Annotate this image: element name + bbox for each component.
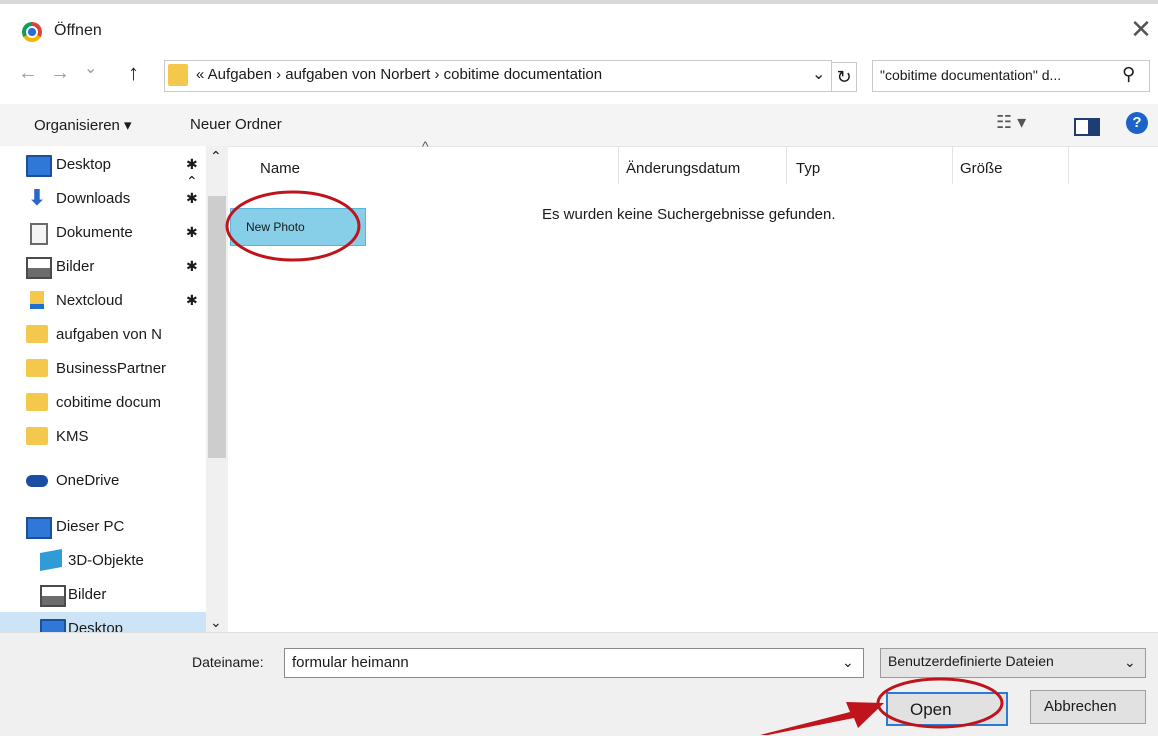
- column-divider[interactable]: [1068, 146, 1069, 184]
- pin-icon: ✱: [186, 224, 198, 240]
- scroll-down-icon[interactable]: ⌄: [210, 614, 222, 631]
- search-icon[interactable]: ⚲: [1122, 64, 1135, 85]
- forward-arrow-icon[interactable]: →: [50, 62, 70, 85]
- recent-locations-icon[interactable]: ⌄: [84, 58, 97, 78]
- sidebar-item-documents[interactable]: Dokumente ✱: [0, 216, 206, 250]
- sidebar-item-kms[interactable]: KMS: [0, 420, 206, 454]
- new-folder-button[interactable]: Neuer Ordner: [190, 116, 282, 133]
- filename-value: formular heimann: [292, 654, 409, 671]
- organize-button[interactable]: Organisieren ▾: [34, 116, 132, 134]
- column-size[interactable]: Größe: [960, 160, 1003, 177]
- pictures-icon: [40, 585, 66, 607]
- folder-icon: [26, 359, 48, 377]
- scrollbar-thumb[interactable]: [208, 196, 226, 458]
- column-type[interactable]: Typ: [796, 160, 820, 177]
- folder-icon: [26, 325, 48, 343]
- column-name[interactable]: Name: [260, 160, 300, 177]
- breadcrumb[interactable]: « Aufgaben › aufgaben von Norbert › cobi…: [196, 66, 602, 83]
- filetype-dropdown-icon[interactable]: ⌄: [1124, 654, 1136, 671]
- sidebar-item-this-pc[interactable]: Dieser PC: [0, 510, 206, 544]
- filetype-value: Benutzerdefinierte Dateien: [888, 653, 1054, 669]
- sidebar-item-nextcloud[interactable]: Nextcloud ✱: [0, 284, 206, 318]
- pin-icon: ✱: [186, 292, 198, 308]
- view-options-icon[interactable]: ☷ ▾: [996, 112, 1026, 133]
- folder-icon: [168, 64, 188, 86]
- preview-pane-icon[interactable]: [1074, 118, 1100, 136]
- sidebar-item-desktop[interactable]: Desktop ✱ ⌃: [0, 148, 206, 189]
- sidebar-item-pictures[interactable]: Bilder ✱: [0, 250, 206, 284]
- 3d-objects-icon: [40, 549, 62, 571]
- filename-label: Dateiname:: [192, 654, 264, 670]
- pin-icon: ✱: [186, 190, 198, 206]
- column-modified[interactable]: Änderungsdatum: [626, 160, 740, 177]
- sort-ascending-icon: ^: [422, 138, 429, 154]
- sidebar-item-aufgaben[interactable]: aufgaben von N: [0, 318, 206, 352]
- folder-icon: [26, 393, 48, 411]
- column-divider[interactable]: [786, 146, 787, 184]
- command-bar: [0, 104, 1158, 147]
- close-icon[interactable]: ✕: [1128, 14, 1154, 44]
- help-icon[interactable]: ?: [1126, 112, 1148, 134]
- sidebar-item-onedrive[interactable]: OneDrive: [0, 464, 206, 498]
- nextcloud-icon: [30, 291, 44, 309]
- column-divider[interactable]: [952, 146, 953, 184]
- open-button-label: Open: [910, 700, 952, 719]
- address-dropdown-icon[interactable]: ⌄: [812, 64, 825, 84]
- empty-results-message: Es wurden keine Suchergebnisse gefunden.: [542, 206, 836, 223]
- filename-dropdown-icon[interactable]: ⌄: [842, 654, 854, 671]
- up-arrow-icon[interactable]: ↑: [128, 60, 139, 86]
- downloads-icon: ⬇: [27, 185, 47, 210]
- folder-icon: [26, 427, 48, 445]
- sidebar-item-pictures-pc[interactable]: Bilder: [0, 578, 206, 612]
- sidebar-item-3d-objects[interactable]: 3D-Objekte: [0, 544, 206, 578]
- sidebar-item-downloads[interactable]: ⬇ Downloads ✱: [0, 182, 206, 216]
- chrome-icon: [22, 22, 42, 42]
- sidebar-item-desktop-pc[interactable]: Desktop: [0, 612, 206, 632]
- dragged-file-label: New Photo: [246, 220, 305, 234]
- sidebar-item-businesspartner[interactable]: BusinessPartner: [0, 352, 206, 386]
- window-title: Öffnen: [54, 22, 102, 39]
- title-bar: [0, 4, 1158, 56]
- column-divider[interactable]: [618, 146, 619, 184]
- sidebar-item-cobitime[interactable]: cobitime docum: [0, 386, 206, 420]
- cancel-button-label: Abbrechen: [1044, 698, 1117, 715]
- this-pc-icon: [26, 517, 52, 539]
- pictures-icon: [26, 257, 52, 279]
- scroll-up-icon[interactable]: ⌃: [210, 148, 222, 165]
- documents-icon: [30, 223, 48, 245]
- pin-icon: ✱: [186, 258, 198, 274]
- back-arrow-icon[interactable]: ←: [18, 62, 38, 85]
- refresh-icon[interactable]: ↻: [832, 62, 857, 92]
- onedrive-icon: [26, 475, 48, 487]
- navigation-pane: Desktop ✱ ⌃ ⬇ Downloads ✱ Dokumente ✱ Bilder…: [0, 146, 228, 632]
- desktop-icon: [40, 619, 66, 632]
- desktop-icon: [26, 155, 52, 177]
- search-value: "cobitime documentation" d...: [880, 67, 1062, 83]
